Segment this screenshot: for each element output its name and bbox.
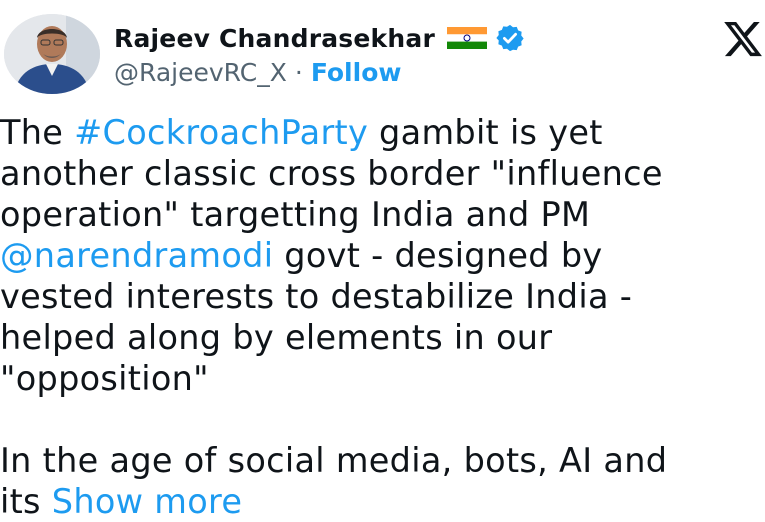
- tweet-text: The #CockroachParty gambit is yet anothe…: [0, 112, 765, 522]
- tweet-line: helped along by elements in our: [0, 318, 553, 357]
- avatar-image: [4, 14, 100, 94]
- paragraph-break: [0, 399, 765, 440]
- tweet-text-segment: The: [0, 113, 75, 152]
- verified-badge-icon[interactable]: [495, 23, 525, 53]
- tweet-line: its Show more: [0, 481, 765, 522]
- author-avatar[interactable]: [4, 14, 100, 94]
- follow-button[interactable]: Follow: [311, 58, 402, 87]
- show-more-link[interactable]: Show more: [52, 482, 243, 521]
- author-handle-row: @RajeevRC_X · Follow: [114, 56, 401, 88]
- tweet-line: In the age of social media, bots, AI and: [0, 441, 668, 480]
- hashtag-link[interactable]: #CockroachParty: [74, 113, 368, 152]
- x-logo-icon[interactable]: [722, 18, 764, 60]
- tweet-line: operation" targetting India and PM: [0, 195, 591, 234]
- tweet-line: @narendramodi govt - designed by: [0, 235, 765, 276]
- mention-link[interactable]: @narendramodi: [0, 236, 273, 275]
- tweet-text-segment: govt - designed by: [273, 236, 603, 275]
- author-name[interactable]: Rajeev Chandrasekhar: [114, 24, 435, 53]
- tweet-line: The #CockroachParty gambit is yet: [0, 112, 765, 153]
- india-flag-icon: [446, 27, 487, 49]
- author-handle[interactable]: @RajeevRC_X: [114, 58, 287, 87]
- tweet-text-segment: its: [0, 482, 52, 521]
- handle-separator: ·: [294, 57, 303, 87]
- tweet-line: vested interests to destabilize India -: [0, 277, 633, 316]
- tweet-text-segment: gambit is yet: [368, 113, 603, 152]
- author-name-row: Rajeev Chandrasekhar: [114, 20, 525, 56]
- tweet-line: "opposition": [0, 359, 209, 398]
- tweet-line: another classic cross border "influence: [0, 154, 663, 193]
